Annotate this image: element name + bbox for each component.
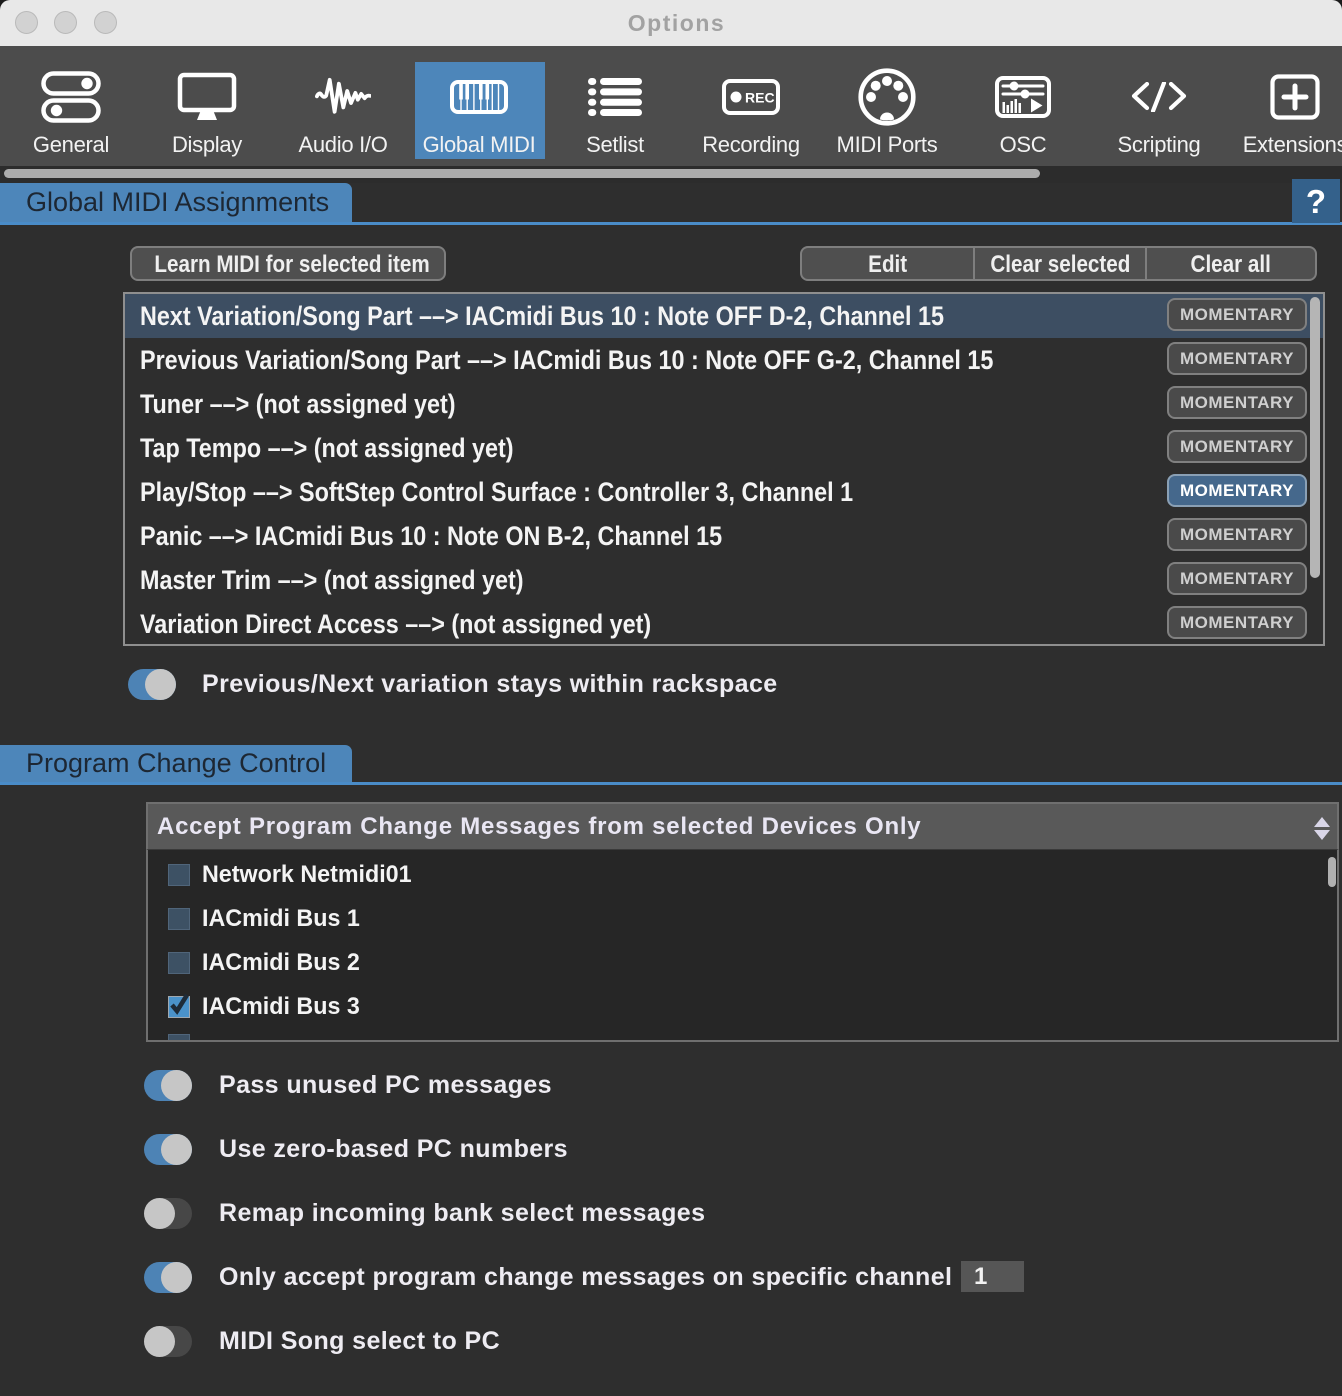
svg-text:REC: REC bbox=[745, 90, 775, 106]
